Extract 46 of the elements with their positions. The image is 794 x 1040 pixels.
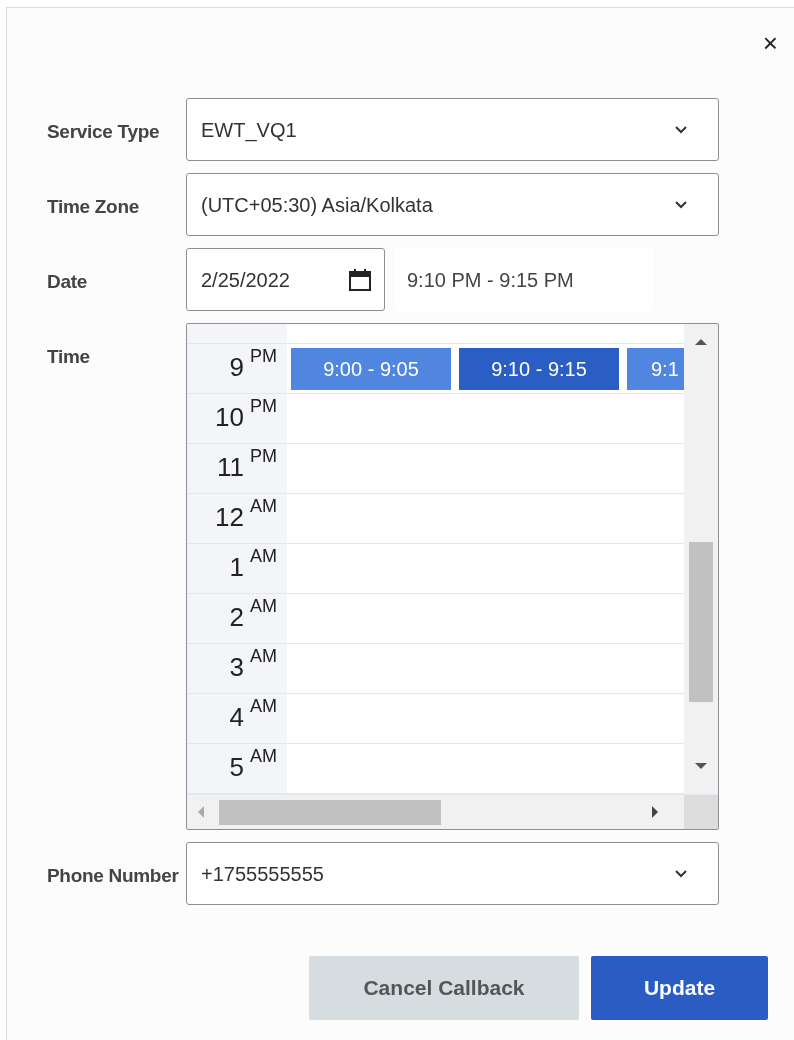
scroll-right-icon[interactable] xyxy=(651,805,659,819)
time-slot-button[interactable]: 9:1 xyxy=(627,348,684,390)
hour-label: 2 xyxy=(229,601,244,634)
dropdown-field[interactable]: +1755555555 xyxy=(186,842,719,905)
scroll-left-icon[interactable] xyxy=(197,805,205,819)
dropdown-field[interactable]: EWT_VQ1 xyxy=(186,98,719,161)
close-button[interactable]: × xyxy=(762,30,778,56)
field-label: Date xyxy=(46,270,88,294)
calendar-icon[interactable] xyxy=(348,267,372,292)
date-field[interactable]: 2/25/2022 xyxy=(186,248,385,311)
period-label: AM xyxy=(250,546,277,566)
chevron-down-icon xyxy=(674,200,688,209)
scrollbar-thumb[interactable] xyxy=(219,799,441,825)
hour-label: 10 xyxy=(215,401,244,434)
horizontal-scrollbar[interactable] xyxy=(187,795,684,829)
period-label: AM xyxy=(250,646,277,666)
period-label: PM xyxy=(250,346,277,366)
hour-label: 3 xyxy=(229,651,244,684)
period-label: AM xyxy=(250,746,277,766)
field-label: Time Zone xyxy=(46,195,140,219)
hour-label: 4 xyxy=(229,701,244,734)
hour-label: 1 xyxy=(229,551,244,584)
period-label: PM xyxy=(250,446,277,466)
period-label: AM xyxy=(250,496,277,516)
field-label: Service Type xyxy=(46,120,161,144)
hour-label: 12 xyxy=(215,501,244,534)
period-label: AM xyxy=(250,596,277,616)
time-slot-button[interactable]: 9:10 - 9:15 xyxy=(459,348,619,390)
scrollbar-corner xyxy=(684,795,718,829)
field-label: Phone Number xyxy=(46,864,180,888)
scroll-down-icon[interactable] xyxy=(694,762,708,770)
hour-label: 9 xyxy=(229,351,244,384)
hour-label: 5 xyxy=(229,751,244,784)
vertical-scrollbar[interactable] xyxy=(684,324,718,794)
time-slot-button[interactable]: 9:00 - 9:05 xyxy=(291,348,451,390)
cancel-button[interactable]: Cancel Callback xyxy=(309,956,579,1020)
period-label: PM xyxy=(250,396,277,416)
scrollbar-thumb[interactable] xyxy=(689,542,713,702)
update-button[interactable]: Update xyxy=(591,956,768,1020)
dropdown-field[interactable]: (UTC+05:30) Asia/Kolkata xyxy=(186,173,719,236)
scroll-up-icon[interactable] xyxy=(694,338,708,346)
hour-label: 11 xyxy=(217,451,244,484)
period-label: AM xyxy=(250,696,277,716)
chevron-down-icon xyxy=(674,125,688,134)
chevron-down-icon xyxy=(674,869,688,878)
field-label: Time xyxy=(46,345,91,369)
